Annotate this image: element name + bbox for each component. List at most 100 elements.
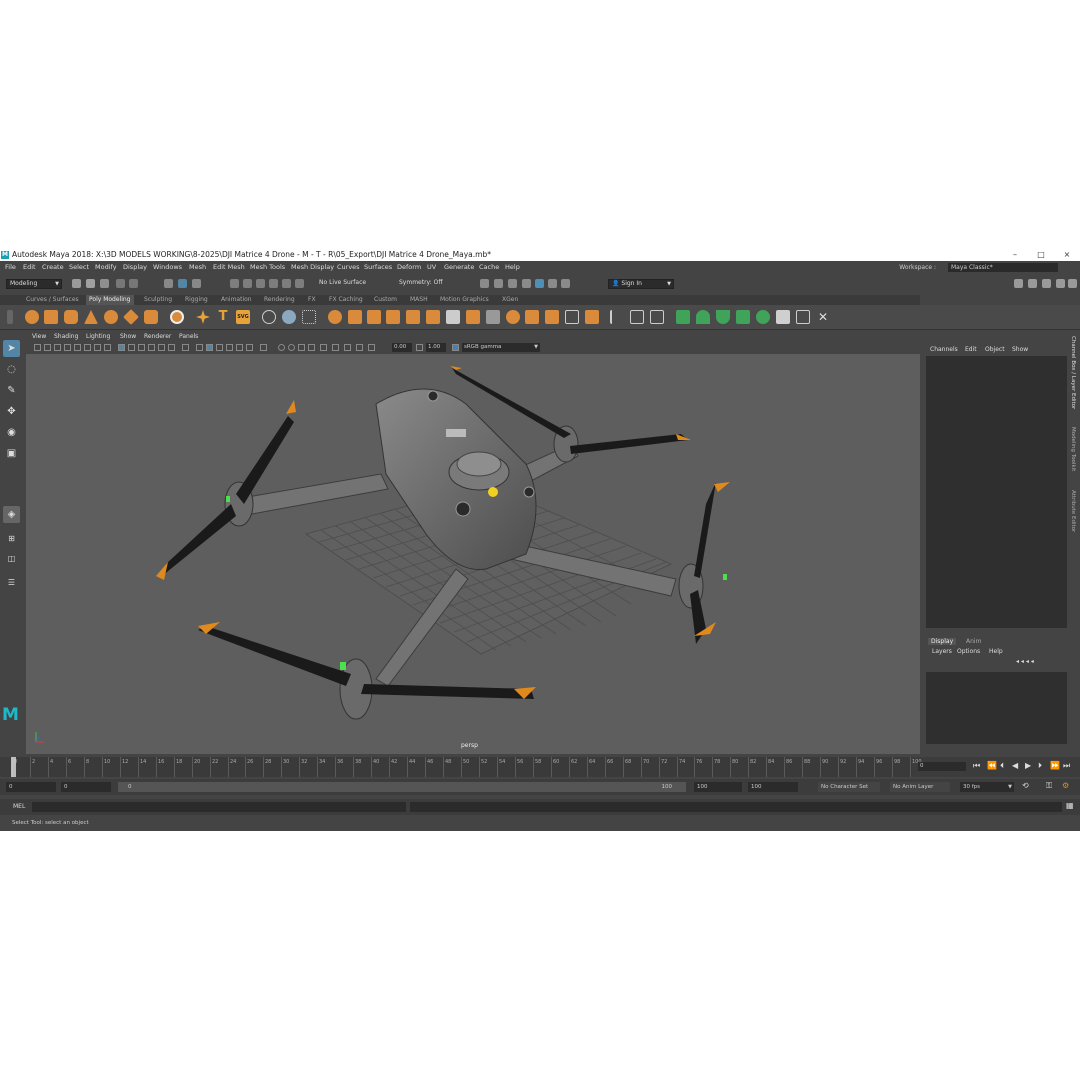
safe-title-icon[interactable] [148,344,155,351]
workspace-dropdown[interactable]: Maya Classic* [948,263,1058,272]
grease-pencil-icon[interactable] [84,344,91,351]
render-settings-icon[interactable] [522,279,531,288]
shadows-icon[interactable] [246,344,253,351]
wireframe-on-shaded-icon[interactable] [216,344,223,351]
select-hierarchy-icon[interactable] [164,279,173,288]
bookmarks-icon[interactable] [54,344,61,351]
outliner-layout-icon[interactable]: ☰ [3,574,20,591]
single-perspective-layout-icon[interactable]: ◈ [3,506,20,523]
rotate-tool-icon[interactable]: ◉ [3,424,20,441]
poly-cylinder-icon[interactable] [64,310,78,324]
menu-select[interactable]: Select [69,261,89,273]
end-time-field[interactable]: 100 [748,782,798,792]
select-object-icon[interactable] [178,279,187,288]
help-menu[interactable]: Help [989,648,1003,655]
poly-cone-icon[interactable] [84,310,98,324]
grab-brush-icon[interactable] [736,310,750,324]
planar-uv-icon[interactable] [610,310,624,324]
uv-editor-icon[interactable] [650,310,664,324]
snap-grid-icon[interactable] [230,279,239,288]
start-time-field[interactable]: 0 [6,782,56,792]
platonic-solid-icon[interactable] [170,310,184,324]
image-plane-icon[interactable] [64,344,71,351]
menu-mesh-tools[interactable]: Mesh Tools [250,261,285,273]
exposure-field[interactable]: 0.00 [392,343,412,352]
channels-menu[interactable]: Channels [930,346,958,353]
offset-edge-loop-icon[interactable] [525,310,539,324]
cross-tool-icon[interactable]: ✕ [816,310,830,324]
render-setup-icon[interactable] [548,279,557,288]
lasso-tool-icon[interactable]: ◌ [3,361,20,378]
menu-curves[interactable]: Curves [337,261,360,273]
gate-mask-icon[interactable] [168,344,175,351]
xray-icon[interactable] [260,344,267,351]
paint-select-icon[interactable]: ✎ [3,382,20,399]
collapse-icon[interactable] [585,310,599,324]
tab-modeling-toolkit[interactable]: Modeling Toolkit [1070,427,1076,471]
select-camera-icon[interactable] [34,344,41,351]
merge-icon[interactable] [565,310,579,324]
smooth-shade-icon[interactable] [206,344,213,351]
step-back-key-icon[interactable]: ⏪ [987,761,997,770]
playback-end-field[interactable]: 100 [694,782,742,792]
playback-start-field[interactable]: 0 [61,782,111,792]
tab-fx-caching[interactable]: FX Caching [329,295,363,305]
exposure-icon[interactable] [368,344,375,351]
panel-menu-shading[interactable]: Shading [54,332,78,342]
snap-point-icon[interactable] [256,279,265,288]
quad-draw-icon[interactable] [545,310,559,324]
lattice-icon[interactable] [796,310,810,324]
svg-tool-icon[interactable]: SVG [236,310,250,324]
bridge-icon[interactable] [367,310,381,324]
perspective-viewport[interactable]: persp [26,354,920,754]
insert-edge-loop-icon[interactable] [506,310,520,324]
color-management-icon[interactable] [452,344,459,351]
step-forward-key-icon[interactable]: ⏩ [1050,761,1060,770]
combine-icon[interactable] [262,310,276,324]
panel-menu-renderer[interactable]: Renderer [144,332,171,342]
layer-list[interactable] [926,672,1067,744]
sign-in-button[interactable]: 👤 Sign In ▼ [608,279,674,289]
motion-blur-icon[interactable] [288,344,295,351]
channel-box-list[interactable] [926,356,1067,628]
scale-tool-icon[interactable]: ▣ [3,445,20,462]
fps-dropdown[interactable]: 30 fps ▼ [960,782,1014,792]
layer-editor-icon[interactable] [1068,279,1077,288]
menu-file[interactable]: File [5,261,16,273]
super-shape-icon[interactable] [196,310,210,324]
tab-curves-surfaces[interactable]: Curves / Surfaces [26,295,79,305]
tab-rendering[interactable]: Rendering [264,295,295,305]
menu-edit-mesh[interactable]: Edit Mesh [213,261,245,273]
menu-surfaces[interactable]: Surfaces [364,261,392,273]
layers-menu[interactable]: Layers [932,648,952,655]
new-scene-icon[interactable] [72,279,81,288]
tab-rigging[interactable]: Rigging [185,295,208,305]
command-input[interactable] [32,802,406,812]
snap-view-icon[interactable] [269,279,278,288]
panel-menu-lighting[interactable]: Lighting [86,332,110,342]
bevel-icon[interactable] [386,310,400,324]
tab-animation[interactable]: Animation [221,295,252,305]
panel-menu-panels[interactable]: Panels [179,332,198,342]
options-menu[interactable]: Options [957,648,980,655]
time-ruler[interactable]: 0246810121416182022242628303234363840424… [10,757,922,777]
tab-fx[interactable]: FX [308,295,316,305]
menu-windows[interactable]: Windows [153,261,182,273]
go-to-start-icon[interactable]: ⏮ [973,761,980,771]
go-to-end-icon[interactable]: ⏭ [1063,761,1070,771]
smooth-brush-icon[interactable] [696,310,710,324]
menu-set-dropdown[interactable]: Modeling ▼ [6,279,62,289]
move-tool-icon[interactable]: ✥ [3,403,20,420]
menu-help[interactable]: Help [505,261,520,273]
snap-vertex-icon[interactable] [295,279,304,288]
symmetry-dropdown[interactable]: Symmetry: Off [396,279,448,289]
save-scene-icon[interactable] [100,279,109,288]
connect-icon[interactable] [486,310,500,324]
gamma-field[interactable]: 1.00 [426,343,446,352]
play-forwards-icon[interactable]: ▶ [1025,761,1031,770]
gamma-icon[interactable] [416,344,423,351]
loop-icon[interactable]: ⟲ [1022,781,1029,790]
xray-joints-icon[interactable] [332,344,339,351]
lock-camera-icon[interactable] [94,344,101,351]
snap-curve-icon[interactable] [243,279,252,288]
